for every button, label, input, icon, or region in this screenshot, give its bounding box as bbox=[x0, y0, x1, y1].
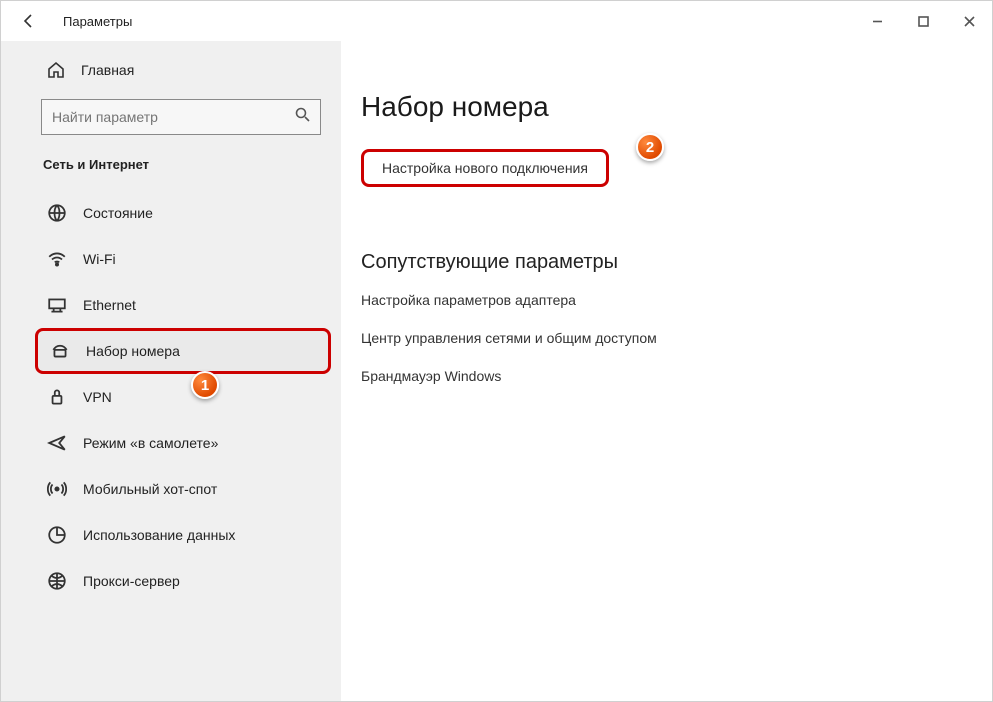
search-box[interactable] bbox=[41, 99, 321, 135]
sidebar-item-airplane[interactable]: Режим «в самолете» bbox=[1, 420, 341, 466]
sidebar-item-status[interactable]: Состояние bbox=[1, 190, 341, 236]
app-title: Параметры bbox=[63, 14, 132, 29]
link-network-center[interactable]: Центр управления сетями и общим доступом bbox=[361, 330, 952, 346]
proxy-icon bbox=[47, 571, 67, 591]
link-windows-firewall[interactable]: Брандмауэр Windows bbox=[361, 368, 952, 384]
ethernet-icon bbox=[47, 295, 67, 315]
sidebar-item-label: Состояние bbox=[83, 205, 153, 221]
sidebar-item-label: Мобильный хот-спот bbox=[83, 481, 217, 497]
maximize-button[interactable] bbox=[900, 1, 946, 41]
sidebar-item-wifi[interactable]: Wi-Fi bbox=[1, 236, 341, 282]
dialup-icon bbox=[50, 341, 70, 361]
sidebar-home[interactable]: Главная bbox=[1, 51, 341, 89]
sidebar-home-label: Главная bbox=[81, 62, 134, 78]
search-icon bbox=[295, 107, 310, 127]
sidebar-item-label: Использование данных bbox=[83, 527, 235, 543]
sidebar-item-vpn[interactable]: VPN bbox=[1, 374, 341, 420]
sidebar-item-hotspot[interactable]: Мобильный хот-спот bbox=[1, 466, 341, 512]
sidebar-item-label: Ethernet bbox=[83, 297, 136, 313]
page-title: Набор номера bbox=[361, 91, 952, 123]
sidebar-category: Сеть и Интернет bbox=[1, 149, 341, 190]
vpn-icon bbox=[47, 387, 67, 407]
content-panel: Набор номера Настройка нового подключени… bbox=[341, 41, 992, 701]
globe-icon bbox=[47, 203, 67, 223]
sidebar-item-label: Набор номера bbox=[86, 343, 180, 359]
sidebar-item-label: Wi-Fi bbox=[83, 251, 116, 267]
wifi-icon bbox=[47, 249, 67, 269]
sidebar-item-ethernet[interactable]: Ethernet bbox=[1, 282, 341, 328]
settings-window: Параметры Главная bbox=[0, 0, 993, 702]
link-adapter-settings[interactable]: Настройка параметров адаптера bbox=[361, 292, 952, 308]
window-controls bbox=[854, 1, 992, 41]
hotspot-icon bbox=[47, 479, 67, 499]
sidebar-item-label: Прокси-сервер bbox=[83, 573, 180, 589]
body: Главная Сеть и Интернет Состояние bbox=[1, 41, 992, 701]
sidebar-item-label: Режим «в самолете» bbox=[83, 435, 218, 451]
data-usage-icon bbox=[47, 525, 67, 545]
sidebar-item-label: VPN bbox=[83, 389, 112, 405]
search-input[interactable] bbox=[52, 109, 295, 125]
sidebar-item-datausage[interactable]: Использование данных bbox=[1, 512, 341, 558]
sidebar-item-dialup[interactable]: Набор номера bbox=[35, 328, 331, 374]
sidebar-nav: Состояние Wi-Fi Ethernet bbox=[1, 190, 341, 604]
annotation-badge-2: 2 bbox=[636, 133, 664, 161]
related-settings-title: Сопутствующие параметры bbox=[361, 251, 952, 274]
sidebar-item-proxy[interactable]: Прокси-сервер bbox=[1, 558, 341, 604]
new-connection-button[interactable]: Настройка нового подключения bbox=[361, 149, 609, 187]
back-button[interactable] bbox=[13, 5, 45, 37]
airplane-icon bbox=[47, 433, 67, 453]
annotation-badge-1: 1 bbox=[191, 371, 219, 399]
home-icon bbox=[47, 61, 65, 79]
close-button[interactable] bbox=[946, 1, 992, 41]
sidebar: Главная Сеть и Интернет Состояние bbox=[1, 41, 341, 701]
titlebar: Параметры bbox=[1, 1, 992, 41]
minimize-button[interactable] bbox=[854, 1, 900, 41]
